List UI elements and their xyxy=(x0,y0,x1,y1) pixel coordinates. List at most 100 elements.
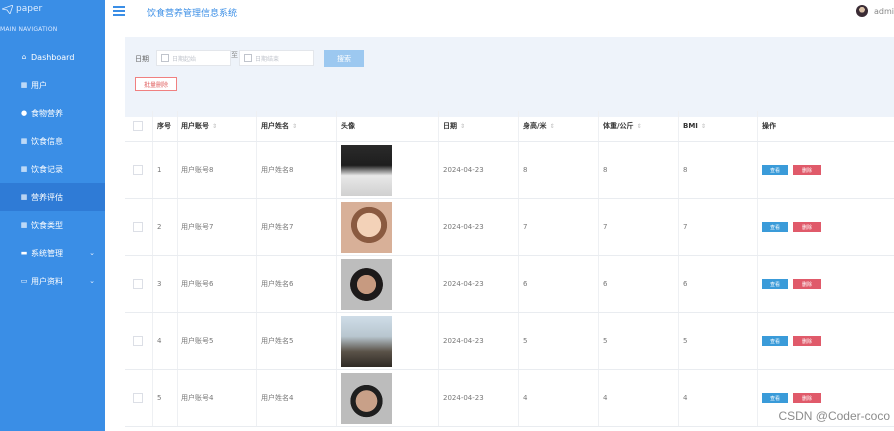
column-divider xyxy=(678,142,679,198)
column-divider xyxy=(518,256,519,312)
avatar-photo[interactable] xyxy=(341,144,392,196)
column-divider xyxy=(152,256,153,312)
cell-no: 4 xyxy=(157,337,162,345)
row-checkbox[interactable] xyxy=(133,336,143,346)
cell-name: 用户姓名5 xyxy=(261,337,294,345)
delete-button[interactable]: 删除 xyxy=(793,393,821,403)
avatar-photo[interactable] xyxy=(341,201,392,253)
column-divider xyxy=(518,142,519,198)
sidebar-item-system-management[interactable]: ▬ 系统管理 ⌄ xyxy=(0,239,105,267)
cell-bmi: 5 xyxy=(683,337,688,345)
grid-icon: ▦ xyxy=(20,137,28,145)
column-divider xyxy=(757,313,758,369)
column-divider xyxy=(757,370,758,426)
column-header-no[interactable]: 序号 xyxy=(157,111,171,141)
monitor-icon: ▬ xyxy=(20,249,28,257)
column-divider xyxy=(518,111,519,141)
column-divider xyxy=(256,111,257,141)
cell-account: 用户账号7 xyxy=(181,223,214,231)
sort-icon: ⇕ xyxy=(636,122,642,130)
cell-height: 5 xyxy=(523,337,528,345)
sidebar-item-diet-info[interactable]: ▦ 饮食信息 xyxy=(0,127,105,155)
sort-icon: ⇕ xyxy=(292,122,298,130)
column-header-bmi[interactable]: BMI ⇕ xyxy=(683,111,706,141)
view-button[interactable]: 查看 xyxy=(762,165,788,175)
sidebar-item-dashboard[interactable]: ⌂ Dashboard xyxy=(0,43,105,71)
cell-no: 2 xyxy=(157,223,162,231)
bulk-delete-button[interactable]: 批量删除 xyxy=(135,77,177,91)
column-divider xyxy=(598,313,599,369)
sidebar-item-label: 用户 xyxy=(31,80,47,90)
delete-button[interactable]: 删除 xyxy=(793,165,821,175)
select-all-checkbox[interactable] xyxy=(133,121,143,131)
column-header-account[interactable]: 用户账号 ⇕ xyxy=(181,111,217,141)
delete-button[interactable]: 删除 xyxy=(793,336,821,346)
column-header-date[interactable]: 日期 ⇕ xyxy=(443,111,465,141)
column-header-name[interactable]: 用户姓名 ⇕ xyxy=(261,111,297,141)
sidebar-item-label: 营养评估 xyxy=(31,192,63,202)
column-divider xyxy=(152,111,153,141)
sidebar-item-label: 饮食记录 xyxy=(31,164,63,174)
end-date-input[interactable]: 日期结束 xyxy=(239,50,314,66)
sidebar-item-food-nutrition[interactable]: ● 食物营养 xyxy=(0,99,105,127)
sidebar-item-nutrition-assessment[interactable]: ▦ 营养评估 xyxy=(0,183,116,211)
column-divider xyxy=(177,199,178,255)
cell-date: 2024-04-23 xyxy=(443,280,484,288)
grid-icon: ▦ xyxy=(20,81,28,89)
column-header-height[interactable]: 身高/米 ⇕ xyxy=(523,111,555,141)
search-button[interactable]: 搜索 xyxy=(324,50,364,67)
menu-icon[interactable] xyxy=(113,6,125,16)
column-divider xyxy=(438,199,439,255)
user-menu[interactable]: admi xyxy=(856,5,894,17)
cell-weight: 8 xyxy=(603,166,608,174)
sidebar-item-label: 饮食类型 xyxy=(31,220,63,230)
table-row: 3 用户账号6 用户姓名6 2024-04-23 6 6 6 查看 删除 xyxy=(125,256,894,313)
chevron-down-icon: ⌄ xyxy=(89,277,95,285)
sidebar-item-diet-records[interactable]: ▦ 饮食记录 xyxy=(0,155,105,183)
home-icon: ⌂ xyxy=(21,53,27,61)
row-checkbox[interactable] xyxy=(133,222,143,232)
column-divider xyxy=(256,256,257,312)
cell-no: 3 xyxy=(157,280,162,288)
start-date-input[interactable]: 日期起始 xyxy=(156,50,231,66)
column-divider xyxy=(177,111,178,141)
date-label: 日期 xyxy=(135,55,149,63)
column-header-weight[interactable]: 体重/公斤 ⇕ xyxy=(603,111,642,141)
view-button[interactable]: 查看 xyxy=(762,279,788,289)
column-divider xyxy=(177,313,178,369)
column-header-avatar: 头像 xyxy=(341,122,355,130)
view-button[interactable]: 查看 xyxy=(762,336,788,346)
cell-name: 用户姓名7 xyxy=(261,223,294,231)
sidebar-item-user-profile[interactable]: ▭ 用户资料 ⌄ xyxy=(0,267,105,295)
row-checkbox[interactable] xyxy=(133,165,143,175)
column-divider xyxy=(678,111,679,141)
row-checkbox[interactable] xyxy=(133,279,143,289)
column-header-actions: 操作 xyxy=(762,122,776,130)
delete-button[interactable]: 删除 xyxy=(793,279,821,289)
filter-panel: 日期 日期起始 至 日期结束 搜索 批量删除 xyxy=(125,37,894,117)
avatar-photo[interactable] xyxy=(341,372,392,424)
column-divider xyxy=(438,370,439,426)
cell-weight: 4 xyxy=(603,394,608,402)
sort-icon: ⇕ xyxy=(460,122,466,130)
sidebar-item-diet-types[interactable]: ▦ 饮食类型 xyxy=(0,211,105,239)
end-date-placeholder: 日期结束 xyxy=(255,55,280,63)
column-divider xyxy=(598,111,599,141)
delete-button[interactable]: 删除 xyxy=(793,222,821,232)
column-divider xyxy=(177,256,178,312)
main-content: 饮食营养管理信息系统 admi 日期 日期起始 至 日期结束 搜索 批量删除 序… xyxy=(105,0,894,431)
sidebar-item-users[interactable]: ▦ 用户 xyxy=(0,71,105,99)
start-date-placeholder: 日期起始 xyxy=(172,55,197,63)
cell-date: 2024-04-23 xyxy=(443,223,484,231)
column-divider xyxy=(678,370,679,426)
avatar-photo[interactable] xyxy=(341,258,392,310)
pin-icon: ● xyxy=(20,109,28,117)
row-checkbox[interactable] xyxy=(133,393,143,403)
cell-name: 用户姓名4 xyxy=(261,394,294,402)
data-table: 序号 用户账号 ⇕ 用户姓名 ⇕ 头像 日期 ⇕ 身高/米 ⇕ 体重/公斤 ⇕ BMI ⇕ … xyxy=(125,111,894,427)
avatar-photo[interactable] xyxy=(341,315,392,367)
avatar xyxy=(856,5,868,17)
watermark: CSDN @Coder-coco xyxy=(778,409,890,423)
view-button[interactable]: 查看 xyxy=(762,393,788,403)
view-button[interactable]: 查看 xyxy=(762,222,788,232)
